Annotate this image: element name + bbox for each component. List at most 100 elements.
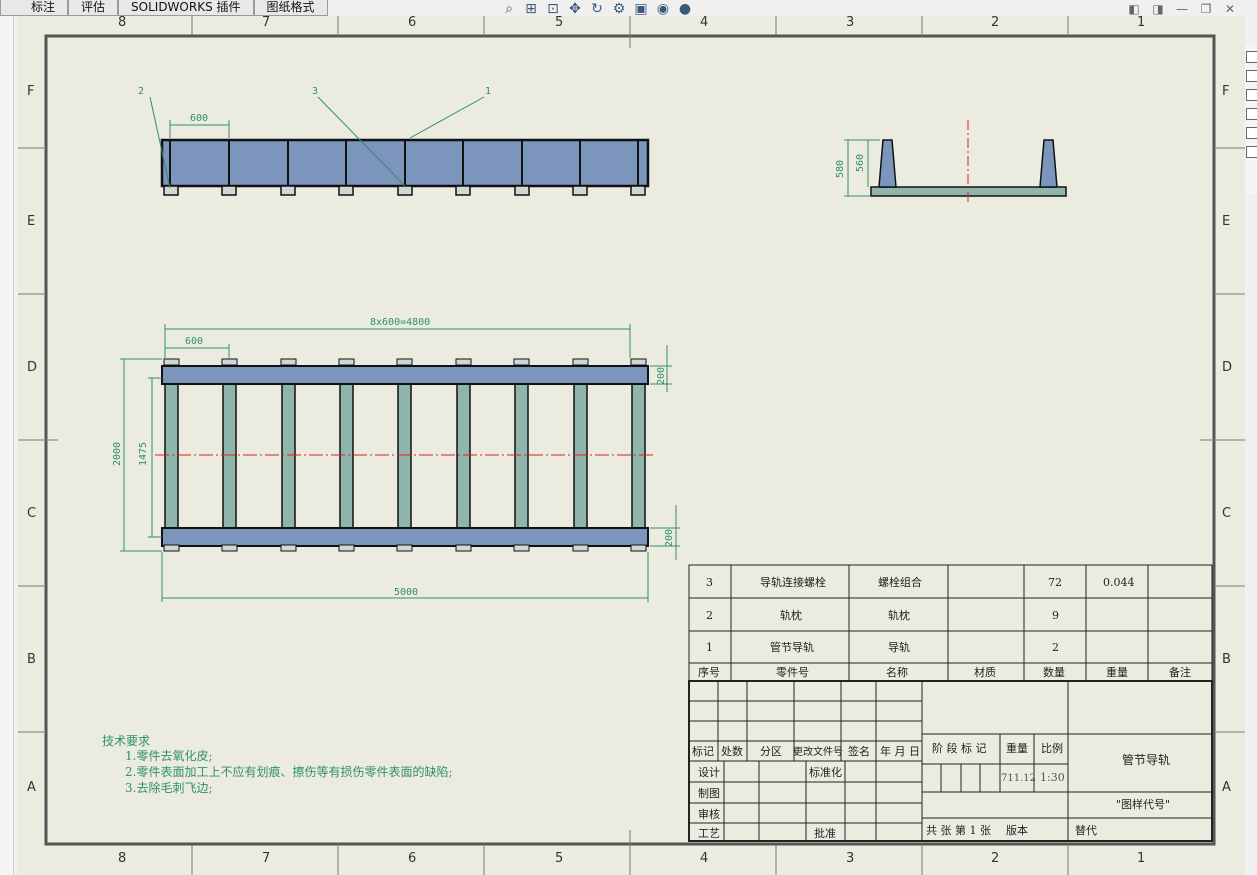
- notes-title: 技术要求: [102, 734, 150, 748]
- custom-properties-icon[interactable]: [1246, 146, 1257, 158]
- file-explorer-icon[interactable]: [1246, 89, 1257, 101]
- zone-col-8: 8: [118, 15, 126, 30]
- front-pitch-dim[interactable]: 600: [190, 113, 208, 124]
- zoom-area-icon[interactable]: ⊞: [522, 0, 540, 18]
- heads-up-toolbar: ⌕ ⊞ ⊡ ✥ ↻ ⚙ ▣ ◉ ●: [500, 0, 694, 20]
- zone-row-a-r: A: [1222, 780, 1231, 795]
- drawing-sheet[interactable]: 8 7 6 5 4 3 2 1 8 7 6 5 4 3 2 1 F E D C …: [0, 0, 1245, 875]
- bom-name: 导轨: [888, 640, 910, 654]
- zone-col-3: 3: [846, 15, 854, 30]
- bom-seq: 3: [706, 576, 713, 589]
- tb-drawn-label: 制图: [698, 787, 720, 800]
- hide-show-icon[interactable]: ◉: [654, 0, 672, 18]
- zone-row-f: F: [27, 84, 34, 99]
- rail-200-lower-dim[interactable]: 200: [664, 529, 675, 547]
- task-pane-strip: [1245, 44, 1257, 194]
- balloon-3[interactable]: 3: [312, 86, 318, 97]
- tb-drawing-name[interactable]: 管节导轨: [1122, 752, 1170, 767]
- balloon-1[interactable]: 1: [485, 86, 491, 97]
- restore-icon[interactable]: ❐: [1199, 2, 1213, 16]
- tb-header-signature: 签名: [848, 744, 870, 758]
- tab-solidworks-addins[interactable]: SOLIDWORKS 插件: [118, 0, 254, 16]
- view-palette-icon[interactable]: [1246, 108, 1257, 120]
- zone-row-b-r: B: [1222, 652, 1231, 667]
- tb-weight-label: 重量: [1006, 741, 1028, 755]
- window-controls: ◧ ◨ — ❐ ✕: [1127, 2, 1237, 16]
- bom-name: 轨枕: [888, 608, 910, 622]
- tb-header-date: 年 月 日: [880, 744, 920, 758]
- side-dim-560[interactable]: 560: [855, 154, 866, 172]
- zoom-to-fit-icon[interactable]: ⌕: [500, 0, 518, 18]
- zone-col-1: 1: [1137, 15, 1145, 30]
- tb-replace-label: 替代: [1075, 823, 1097, 837]
- bom-table[interactable]: 3 导轨连接螺栓 螺栓组合 72 0.044 2 轨枕 轨枕 9 1 管节导轨 …: [688, 564, 1213, 682]
- tab-annotation[interactable]: 标注: [0, 0, 69, 16]
- zone-col-6: 6: [408, 15, 416, 30]
- zone-row-a: A: [27, 780, 36, 795]
- view-settings-icon[interactable]: ⚙: [610, 0, 628, 18]
- tab-evaluate[interactable]: 评估: [68, 0, 119, 16]
- inner-1475-dim[interactable]: 1475: [138, 442, 149, 466]
- bom-seq: 1: [706, 641, 713, 654]
- side-dim-580[interactable]: 580: [835, 160, 846, 178]
- bom-name: 螺栓组合: [878, 575, 922, 589]
- bom-part-no: 管节导轨: [770, 640, 814, 654]
- tb-version-label: 版本: [1006, 823, 1028, 837]
- tb-scale-value[interactable]: 1:30: [1040, 771, 1065, 784]
- bom-weight: 0.044: [1103, 576, 1135, 589]
- appearance-icon[interactable]: ●: [676, 0, 694, 18]
- bom-header-qty: 数量: [1043, 666, 1065, 679]
- bom-header-seq: 序号: [698, 665, 720, 679]
- zone-col-4: 4: [700, 15, 708, 30]
- top-span-dim[interactable]: 8x600=4800: [370, 317, 430, 328]
- bom-qty: 2: [1052, 641, 1059, 654]
- tb-header-mark: 标记: [692, 744, 714, 758]
- bom-qty: 72: [1048, 576, 1062, 589]
- overall-5000-dim[interactable]: 5000: [394, 587, 418, 598]
- top-pitch-dim[interactable]: 600: [185, 336, 203, 347]
- home-icon[interactable]: [1246, 51, 1257, 63]
- close-icon[interactable]: ✕: [1223, 2, 1237, 16]
- appearances-icon[interactable]: [1246, 127, 1257, 139]
- zone-col-4-b: 4: [700, 851, 708, 866]
- zone-row-c-r: C: [1222, 506, 1231, 521]
- zone-col-2: 2: [991, 15, 999, 30]
- display-style-icon[interactable]: ▣: [632, 0, 650, 18]
- overall-2000-dim[interactable]: 2000: [112, 442, 123, 466]
- balloon-2[interactable]: 2: [138, 86, 144, 97]
- title-block[interactable]: 标记 处数 分区 更改文件号 签名 年 月 日 设计 标准化 制图 审核 工艺 …: [688, 680, 1213, 842]
- title-block-revision-headers: 标记 处数 分区 更改文件号 签名 年 月 日: [692, 744, 920, 758]
- rotate-icon[interactable]: ↻: [588, 0, 606, 18]
- pan-icon[interactable]: ✥: [566, 0, 584, 18]
- zone-row-e: E: [27, 214, 35, 229]
- zone-col-7: 7: [262, 15, 270, 30]
- command-tabs: 标注 评估 SOLIDWORKS 插件 图纸格式: [0, 0, 328, 16]
- zone-col-3-b: 3: [846, 851, 854, 866]
- bom-header-part-no: 零件号: [776, 666, 809, 679]
- zoom-selection-icon[interactable]: ⊡: [544, 0, 562, 18]
- tb-drawing-code[interactable]: "图样代号": [1116, 797, 1170, 811]
- bom-part-no: 导轨连接螺栓: [760, 575, 826, 589]
- rail-200-upper-dim[interactable]: 200: [656, 367, 667, 385]
- zone-col-8-b: 8: [118, 851, 126, 866]
- top-rail-upper: [161, 365, 649, 385]
- design-library-icon[interactable]: [1246, 70, 1257, 82]
- front-view-sleepers: [163, 185, 646, 196]
- notes-item-2: 2.零件表面加工上不应有划痕、擦伤等有损伤零件表面的缺陷;: [125, 764, 453, 779]
- tb-stage-label: 阶 段 标 记: [932, 741, 987, 755]
- tb-weight-value[interactable]: 711.12: [1001, 773, 1036, 784]
- bom-header-remark: 备注: [1169, 665, 1191, 679]
- tb-process-label: 工艺: [698, 827, 720, 840]
- zone-row-c: C: [27, 506, 36, 521]
- zone-col-5-b: 5: [555, 851, 563, 866]
- tile-right-icon[interactable]: ◨: [1151, 2, 1165, 16]
- minimize-icon[interactable]: —: [1175, 2, 1189, 16]
- tb-standardize-label: 标准化: [809, 765, 842, 779]
- zone-col-2-b: 2: [991, 851, 999, 866]
- tb-design-label: 设计: [698, 766, 720, 779]
- tab-sheet-format[interactable]: 图纸格式: [253, 0, 328, 16]
- bom-header-name: 名称: [886, 665, 908, 679]
- bom-header-material: 材质: [974, 665, 996, 679]
- tile-left-icon[interactable]: ◧: [1127, 2, 1141, 16]
- tb-sheets: 共 张 第 1 张: [926, 823, 991, 837]
